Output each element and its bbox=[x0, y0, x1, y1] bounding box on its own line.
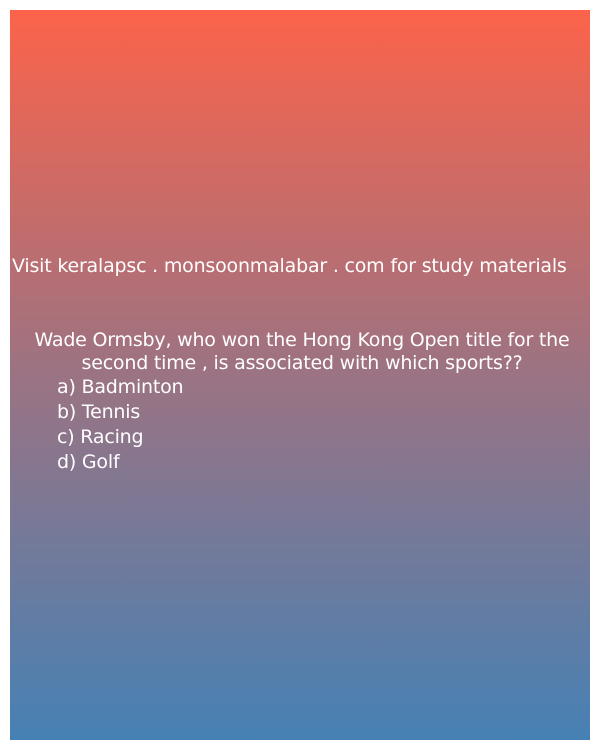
options-list: a) Badminton b) Tennis c) Racing d) Golf bbox=[57, 375, 184, 475]
question-text: Wade Ormsby, who won the Hong Kong Open … bbox=[34, 329, 570, 374]
option-b: b) Tennis bbox=[57, 401, 141, 423]
option-c: c) Racing bbox=[57, 426, 144, 448]
option-d: d) Golf bbox=[57, 451, 120, 473]
quiz-card: Visit keralapsc . monsoonmalabar . com f… bbox=[10, 10, 590, 740]
promo-text: Visit keralapsc . monsoonmalabar . com f… bbox=[12, 255, 567, 277]
option-a: a) Badminton bbox=[57, 376, 184, 398]
